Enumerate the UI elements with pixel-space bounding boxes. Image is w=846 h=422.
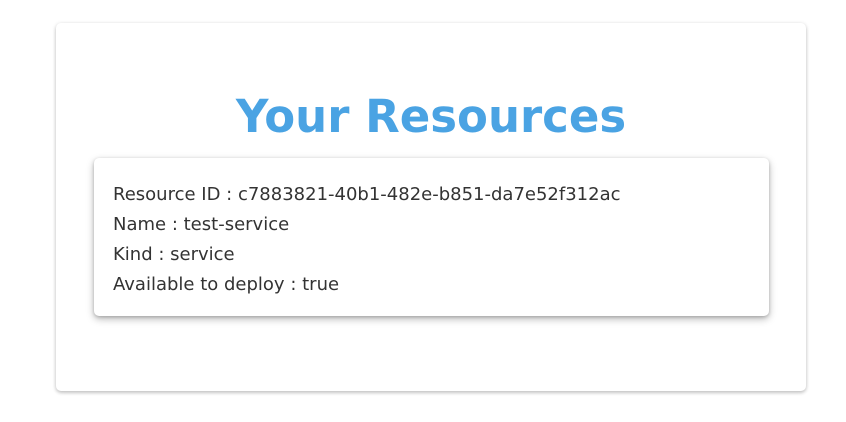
resource-name-label: Name [113,214,167,235]
resource-available-label: Available to deploy [113,274,285,295]
resources-panel: Your Resources Resource ID : c7883821-40… [56,23,806,391]
resource-card: Resource ID : c7883821-40b1-482e-b851-da… [94,158,769,316]
resource-name-value: test-service [183,214,290,235]
page: Your Resources Resource ID : c7883821-40… [0,0,846,422]
page-title: Your Resources [235,90,627,143]
resource-kind-row: Kind : service [113,244,235,265]
resource-kind-label: Kind [113,244,153,265]
resource-id-row: Resource ID : c7883821-40b1-482e-b851-da… [113,184,621,205]
resource-id-label: Resource ID [113,184,221,205]
resource-name-row: Name : test-service [113,214,290,235]
resource-available-value: true [302,274,340,295]
resource-id-value: c7883821-40b1-482e-b851-da7e52f312ac [237,184,621,205]
resource-available-row: Available to deploy : true [113,274,340,295]
resource-kind-value: service [170,244,235,265]
